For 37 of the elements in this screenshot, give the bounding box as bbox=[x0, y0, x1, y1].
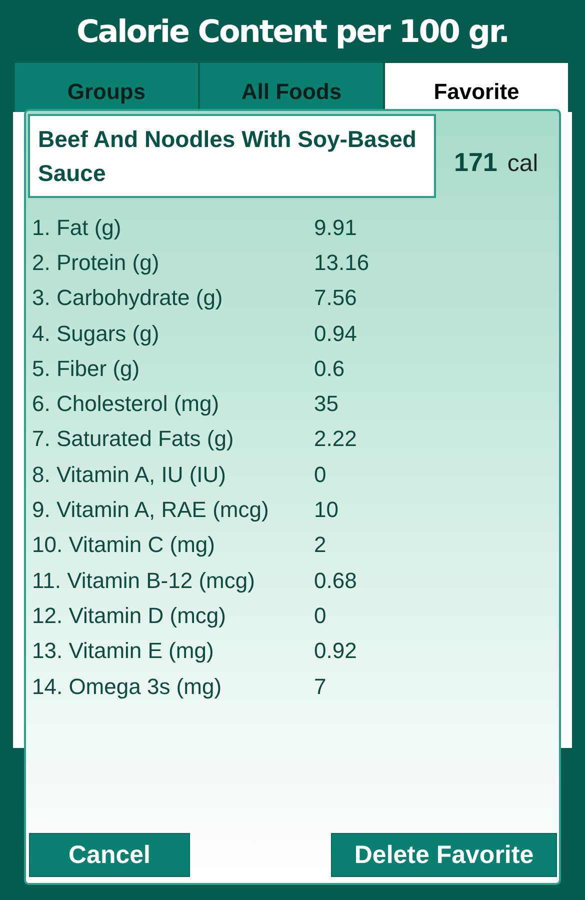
calorie-unit: cal bbox=[507, 150, 538, 178]
nutrient-value: 0.68 bbox=[314, 568, 357, 594]
nutrient-label: 12. Vitamin D (mcg) bbox=[32, 602, 227, 629]
nutrient-label: 5. Fiber (g) bbox=[32, 356, 141, 382]
nutrient-label: 1. Fat (g) bbox=[32, 214, 122, 241]
nutrient-value: 0 bbox=[314, 462, 326, 488]
nutrient-value: 7.56 bbox=[314, 285, 357, 312]
nutrient-value: 10 bbox=[314, 497, 338, 524]
nutrient-value: 0 bbox=[314, 602, 326, 629]
nutrient-value: 0.94 bbox=[314, 320, 357, 347]
nutrient-label: 13. Vitamin E (mg) bbox=[32, 638, 215, 664]
cancel-button[interactable]: Cancel bbox=[29, 833, 190, 877]
tab[interactable]: Favorite bbox=[385, 63, 568, 112]
nutrient-label: 9. Vitamin A, RAE (mcg) bbox=[32, 497, 270, 524]
nutrient-label: 2. Protein (g) bbox=[32, 250, 160, 276]
nutrient-label: 8. Vitamin A, IU (IU) bbox=[32, 462, 227, 488]
calorie-value: 171 bbox=[454, 146, 498, 178]
nutrient-value: 9.91 bbox=[314, 214, 357, 241]
food-name: Beef And Noodles With Soy-Based Sauce bbox=[28, 114, 436, 198]
nutrient-label: 11. Vitamin B-12 (mcg) bbox=[32, 568, 256, 594]
delete-favorite-button[interactable]: Delete Favorite bbox=[331, 833, 557, 877]
nutrient-value: 7 bbox=[314, 674, 326, 700]
nutrient-value: 2.22 bbox=[314, 426, 357, 452]
nutrient-value: 35 bbox=[314, 391, 338, 418]
nutrient-label: 6. Cholesterol (mg) bbox=[32, 391, 220, 418]
nutrient-value: 13.16 bbox=[314, 250, 370, 276]
nutrient-value: 0.6 bbox=[314, 356, 345, 382]
screen-title: Calorie Content per 100 gr. bbox=[75, 12, 510, 52]
nutrient-label: 3. Carbohydrate (g) bbox=[32, 285, 224, 312]
tab[interactable]: All Foods bbox=[200, 63, 383, 112]
tab[interactable]: Groups bbox=[15, 63, 198, 112]
nutrient-label: 4. Sugars (g) bbox=[32, 320, 160, 347]
nutrient-label: 10. Vitamin C (mg) bbox=[32, 532, 216, 558]
nutrient-value: 0.92 bbox=[314, 638, 357, 664]
nutrient-label: 14. Omega 3s (mg) bbox=[32, 674, 223, 700]
nutrient-value: 2 bbox=[314, 532, 326, 558]
nutrient-label: 7. Saturated Fats (g) bbox=[32, 426, 235, 452]
